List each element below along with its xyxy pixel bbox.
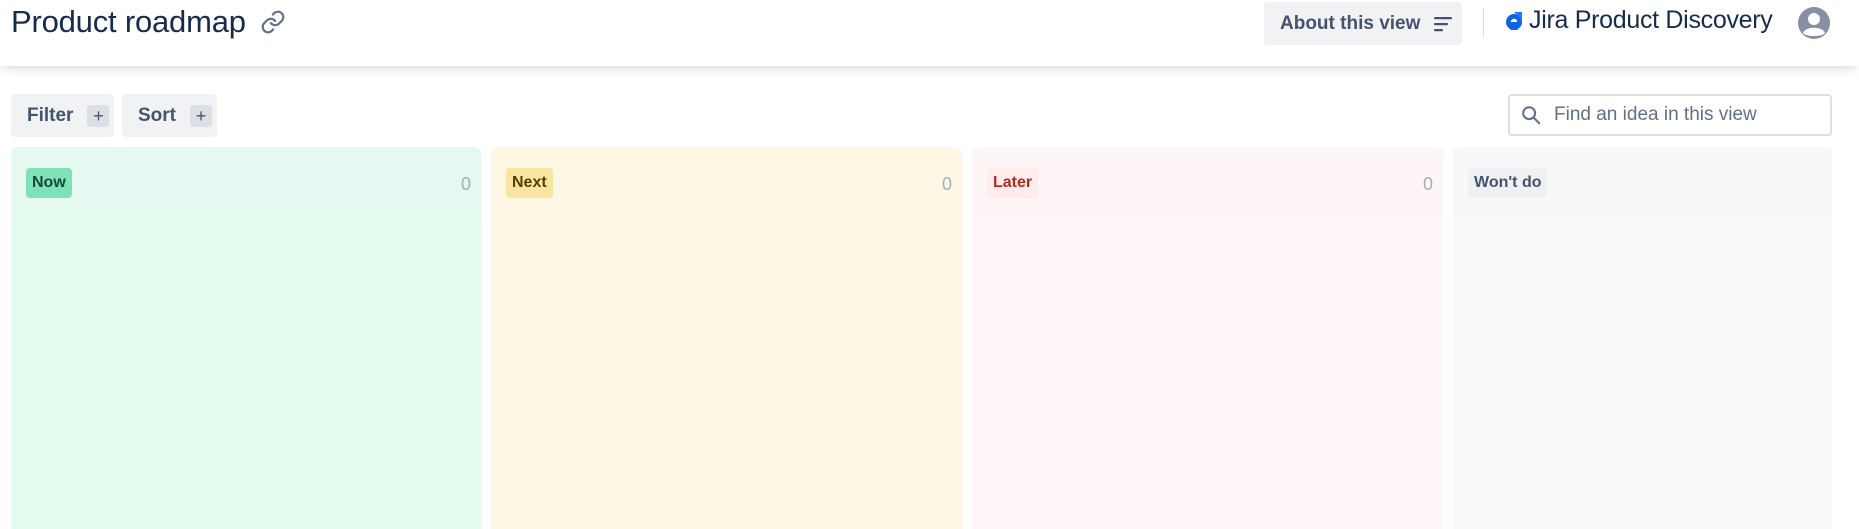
add-sort-plus-icon: + [190, 104, 212, 127]
top-bar: Product roadmap About this view Jira Pro… [0, 0, 1859, 66]
brand[interactable]: Jira Product Discovery [1504, 6, 1773, 35]
header-divider [1483, 8, 1484, 38]
column-later: Later 0 [972, 147, 1443, 529]
column-count: 0 [941, 174, 952, 194]
jira-product-discovery-logo-icon [1504, 10, 1524, 32]
column-header: Later 0 [972, 147, 1443, 215]
column-count: 0 [460, 174, 471, 194]
sort-button[interactable]: Sort + [122, 94, 217, 137]
link-icon[interactable] [259, 8, 287, 36]
user-avatar-icon[interactable] [1797, 6, 1831, 40]
column-wont-do: Won't do [1453, 147, 1832, 529]
column-header: Next 0 [491, 147, 962, 215]
about-this-view-button[interactable]: About this view [1264, 2, 1462, 45]
sort-label: Sort [138, 104, 176, 126]
column-now: Now 0 [11, 147, 481, 529]
column-label-later: Later [987, 168, 1039, 198]
title-area: Product roadmap [11, 4, 287, 40]
menu-lines-icon [1434, 16, 1453, 32]
filter-button[interactable]: Filter + [11, 94, 114, 137]
column-body[interactable] [1453, 215, 1832, 529]
column-header: Now 0 [11, 147, 481, 215]
column-label-next: Next [506, 168, 553, 198]
search-input[interactable] [1554, 104, 1824, 126]
column-body[interactable] [11, 215, 481, 529]
about-this-view-label: About this view [1280, 12, 1421, 34]
filter-label: Filter [27, 104, 74, 126]
search-field[interactable] [1508, 94, 1832, 136]
column-count: 0 [1422, 174, 1433, 194]
brand-name: Jira Product Discovery [1529, 6, 1773, 34]
column-label-now: Now [26, 168, 72, 198]
column-body[interactable] [972, 215, 1443, 529]
column-header: Won't do [1453, 147, 1832, 215]
search-icon [1520, 104, 1542, 126]
add-filter-plus-icon: + [87, 104, 110, 127]
column-label-wont-do: Won't do [1468, 168, 1548, 198]
column-body[interactable] [491, 215, 962, 529]
page-title: Product roadmap [11, 4, 246, 39]
column-next: Next 0 [491, 147, 962, 529]
